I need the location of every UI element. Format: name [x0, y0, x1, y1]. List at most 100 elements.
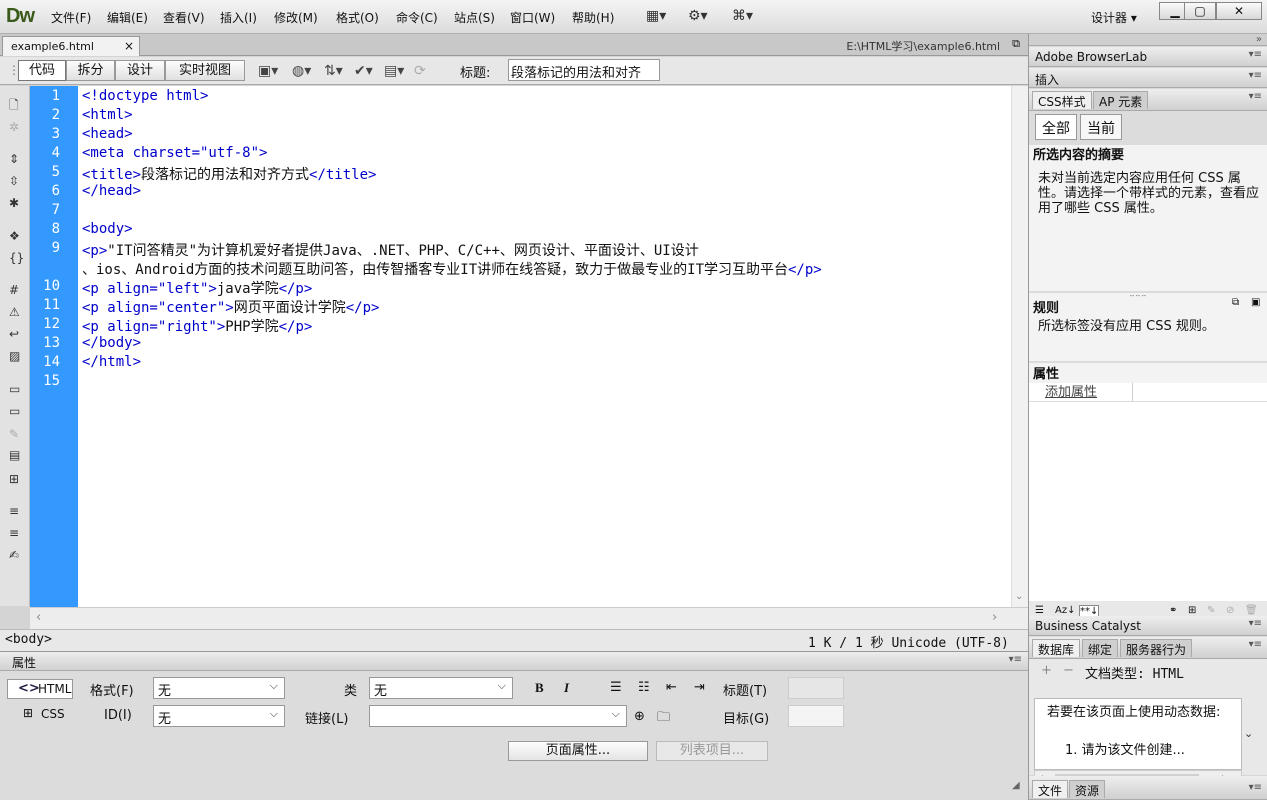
menu-window[interactable]: 窗口(W) [510, 9, 555, 26]
menu-modify[interactable]: 修改(M) [274, 9, 318, 26]
ordered-list-icon[interactable]: ☷ [638, 680, 650, 695]
alpha-sort-icon[interactable]: Az↓ [1055, 605, 1075, 616]
menu-view[interactable]: 查看(V) [163, 9, 205, 26]
code-line[interactable]: 、ios、Android方面的技术问题互助问答，由传智播客专业IT讲师在线答疑，… [82, 259, 822, 279]
tag-selector[interactable]: <body> [5, 632, 52, 647]
panel-menu-icon[interactable]: ▾≡ [1009, 654, 1022, 665]
tab-databases[interactable]: 数据库 [1032, 639, 1081, 657]
tab-bindings[interactable]: 绑定 [1082, 639, 1119, 657]
unordered-list-icon[interactable]: ☰ [610, 680, 622, 695]
recent-snippets-icon[interactable]: ▤ [9, 448, 20, 462]
all-button[interactable]: 全部 [1035, 114, 1077, 140]
browserlab-panel-header[interactable]: Adobe BrowserLab ▾≡ [1029, 47, 1267, 67]
line-numbers-icon[interactable]: # [9, 283, 19, 297]
panel-menu-icon[interactable]: ▾≡ [1249, 782, 1262, 793]
category-view-icon[interactable]: ☰ [1035, 605, 1044, 616]
code-line[interactable]: <p>"IT问答精灵"为计算机爱好者提供Java、.NET、PHP、C/C++、… [82, 240, 699, 260]
outdent-icon[interactable]: ⇤ [666, 680, 677, 695]
tab-css-styles[interactable]: CSS样式 [1032, 91, 1092, 109]
tab-server-behaviors[interactable]: 服务器行为 [1120, 639, 1193, 657]
title-input[interactable]: 段落标记的用法和对齐 [508, 59, 660, 81]
disable-icon[interactable]: ⊘ [1226, 605, 1234, 616]
link-input[interactable]: ⌵ [369, 705, 627, 727]
point-to-file-icon[interactable]: ⊕ [634, 709, 645, 724]
syntax-coloring-icon[interactable]: ▨ [9, 349, 20, 363]
preview-globe-icon[interactable]: ◍▾ [292, 63, 311, 79]
move-css-icon[interactable]: ⊞ [9, 472, 19, 486]
splitter-grip-icon[interactable]: ⠒⠒⠒ [1129, 292, 1147, 301]
balance-braces-icon[interactable]: {} [9, 251, 24, 265]
add-attribute-link[interactable]: 添加属性 [1045, 385, 1097, 400]
apply-comment-icon[interactable]: ▭ [9, 382, 20, 396]
menu-help[interactable]: 帮助(H) [572, 9, 614, 26]
menu-edit[interactable]: 编辑(E) [107, 9, 148, 26]
menu-format[interactable]: 格式(O) [336, 9, 379, 26]
delete-icon[interactable]: 🗑 [1245, 605, 1258, 616]
plus-icon[interactable]: + [1041, 663, 1052, 678]
format-select[interactable]: 无 ⌵ [153, 677, 285, 699]
refresh-icon[interactable]: ⟳ [414, 63, 426, 79]
indent-code-icon[interactable]: ≡ [9, 504, 19, 518]
menu-insert[interactable]: 插入(I) [220, 9, 257, 26]
scroll-left-icon[interactable]: ‹ [36, 610, 41, 625]
code-line[interactable]: <head> [82, 126, 133, 142]
code-line[interactable]: <body> [82, 221, 133, 237]
layout-icon[interactable]: ▦▾ [646, 8, 666, 24]
expand-all-icon[interactable]: ✱ [9, 196, 19, 210]
code-view-button[interactable]: 代码 [18, 60, 66, 81]
file-management-icon[interactable]: ⇅▾ [324, 63, 343, 79]
select-parent-tag-icon[interactable]: ❖ [9, 229, 20, 243]
close-button[interactable]: ✕ [1216, 2, 1262, 20]
attach-stylesheet-icon[interactable]: ⚭ [1169, 605, 1177, 616]
chevron-down-icon[interactable]: ⌄ [1244, 727, 1253, 740]
horizontal-scrollbar[interactable]: ‹ › [30, 607, 1028, 629]
highlight-invalid-code-icon[interactable]: ⚠ [9, 305, 20, 319]
design-view-button[interactable]: 设计 [115, 60, 165, 81]
outdent-code-icon[interactable]: ≡ [9, 526, 19, 540]
remove-comment-icon[interactable]: ▭ [9, 404, 20, 418]
code-line[interactable]: </body> [82, 335, 141, 351]
code-line[interactable]: <html> [82, 107, 133, 123]
id-select[interactable]: 无 ⌵ [153, 705, 285, 727]
menu-site[interactable]: 站点(S) [454, 9, 495, 26]
code-line[interactable]: <p align="right">PHP学院</p> [82, 316, 312, 336]
code-line[interactable]: <meta charset="utf-8"> [82, 145, 267, 161]
tab-files[interactable]: 文件 [1032, 780, 1069, 798]
page-properties-button[interactable]: 页面属性... [508, 741, 648, 761]
folder-icon[interactable]: 🗀 [657, 708, 670, 730]
tab-example6[interactable]: example6.html × [2, 36, 140, 56]
list-item-button[interactable]: 列表项目... [656, 741, 768, 761]
code-line[interactable]: <!doctype html> [82, 88, 208, 104]
site-icon[interactable]: ⌘▾ [732, 8, 753, 24]
restore-icon[interactable]: ⧉ [1012, 37, 1020, 51]
collapse-selection-icon[interactable]: ⇳ [9, 174, 19, 188]
visual-aids-icon[interactable]: ▤▾ [384, 63, 404, 79]
insert-panel-header[interactable]: 插入 ▾≡ [1029, 68, 1267, 88]
tab-ap-elements[interactable]: AP 元素 [1093, 91, 1149, 109]
dock-collapse-bar[interactable]: » [1029, 34, 1267, 46]
menu-commands[interactable]: 命令(C) [396, 9, 438, 26]
scroll-right-icon[interactable]: › [992, 610, 997, 625]
tab-assets[interactable]: 资源 [1069, 780, 1106, 798]
bold-button[interactable]: B [535, 680, 544, 696]
vertical-scrollbar[interactable]: ⌄ [1011, 86, 1028, 607]
show-cascade-icon[interactable]: ⧉ [1232, 297, 1239, 308]
italic-button[interactable]: I [564, 680, 569, 696]
code-editor[interactable]: <!doctype html> <html> <head> <meta charset… [78, 86, 1011, 607]
format-source-icon[interactable]: ✍ [9, 548, 19, 562]
show-code-navigator-icon[interactable]: ✲ [9, 120, 19, 134]
live-view-button[interactable]: 实时视图 [165, 60, 245, 81]
code-line[interactable]: </head> [82, 183, 141, 199]
multiscreen-icon[interactable]: ▣▾ [258, 63, 278, 79]
collapse-tag-icon[interactable]: ⇕ [9, 152, 19, 166]
panel-menu-icon[interactable]: ▾≡ [1249, 91, 1262, 102]
title-field[interactable] [788, 677, 844, 699]
panel-menu-icon[interactable]: ▾≡ [1249, 618, 1262, 629]
word-wrap-icon[interactable]: ↩ [9, 327, 19, 341]
menu-file[interactable]: 文件(F) [51, 9, 91, 26]
open-documents-icon[interactable]: 🗋 [9, 96, 19, 117]
new-rule-icon[interactable]: ⊞ [1188, 605, 1196, 616]
properties-header[interactable]: 属性 ▾≡ [0, 652, 1028, 671]
double-chevron-icon[interactable]: » [1256, 34, 1262, 45]
current-button[interactable]: 当前 [1080, 114, 1122, 140]
